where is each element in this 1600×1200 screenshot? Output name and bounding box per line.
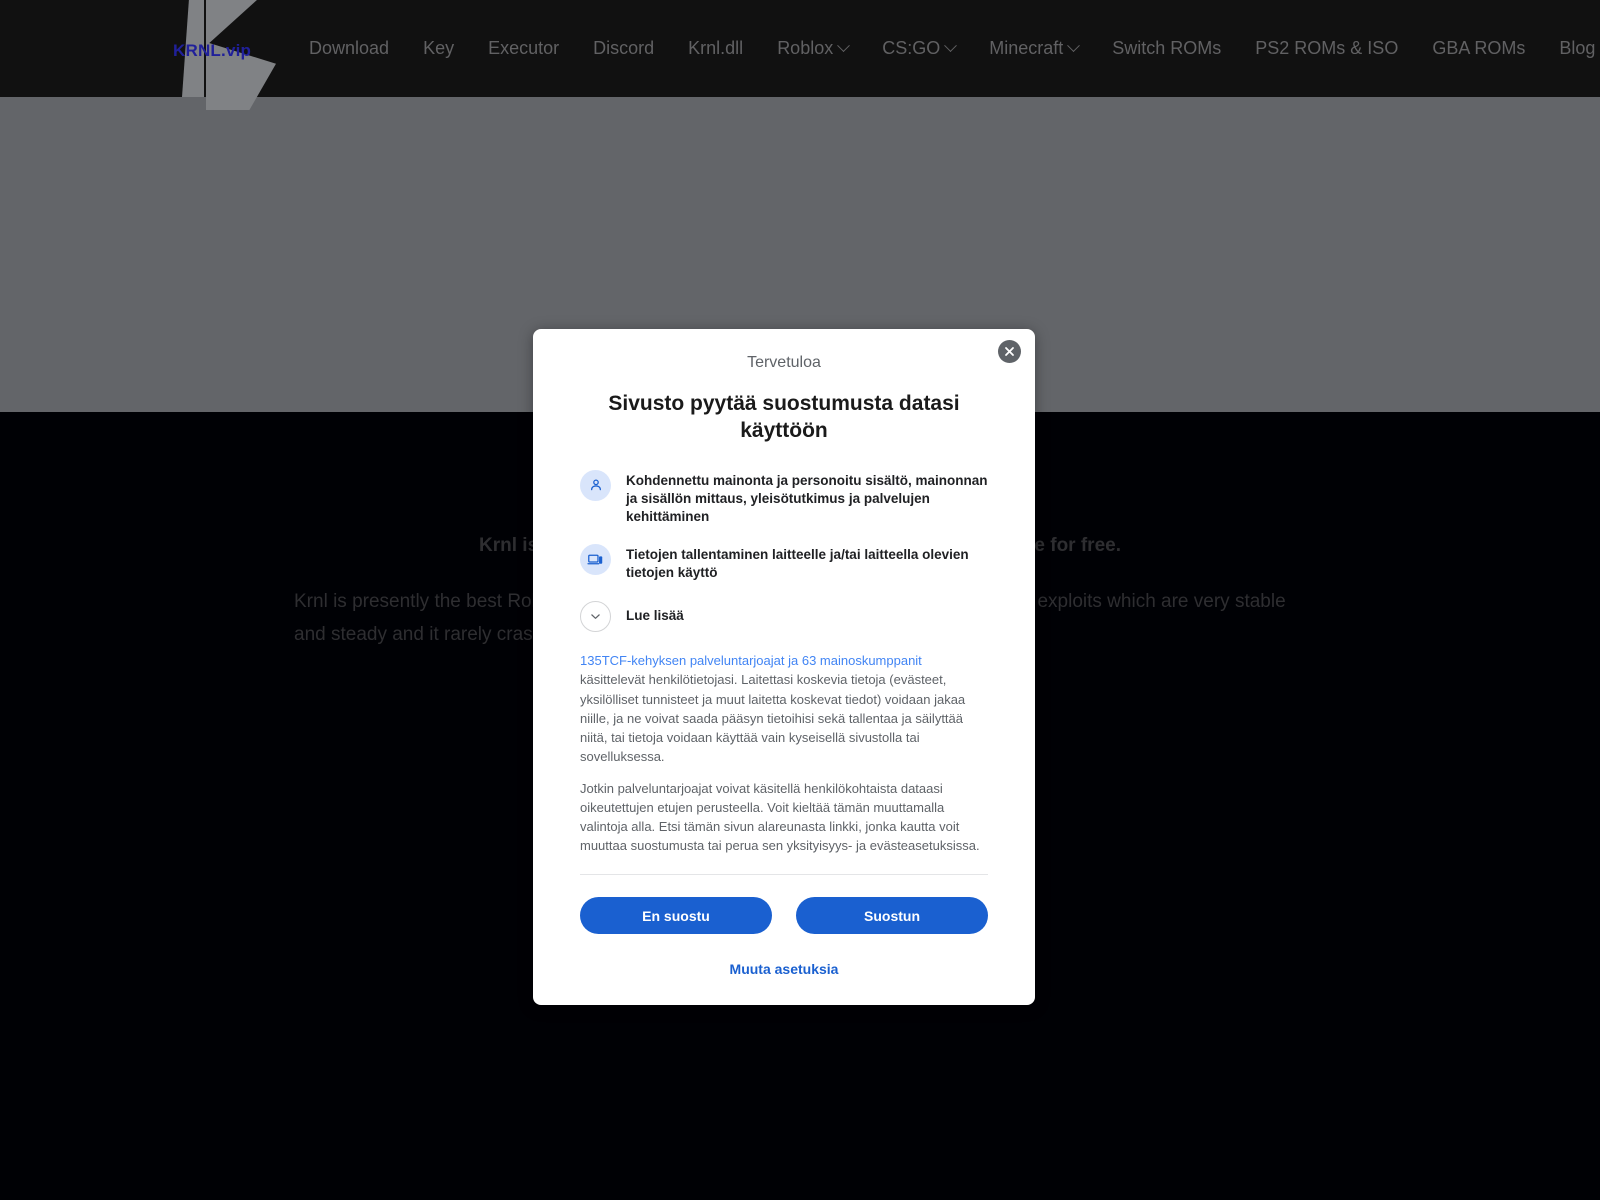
decline-button[interactable]: En suostu [580, 897, 772, 935]
modal-eyebrow: Tervetuloa [747, 354, 821, 371]
consent-paragraph-1-rest: käsittelevät henkilötietojasi. Laitettas… [580, 672, 966, 764]
read-more-label: Lue lisää [626, 608, 684, 624]
modal-actions: En suostu Suostun [533, 875, 1035, 935]
purpose-row: Tietojen tallentaminen laitteelle ja/tai… [580, 543, 988, 582]
person-icon [580, 469, 611, 501]
consent-overlay: Tervetuloa Sivusto pyytää suostumusta da… [0, 0, 1600, 1200]
consent-paragraph-2: Jotkin palveluntarjoajat voivat käsitell… [580, 781, 980, 854]
consent-body-copy: 135TCF-kehyksen palveluntarjoajat ja 63 … [533, 632, 1035, 855]
purpose-list: Kohdennettu mainonta ja personoitu sisäl… [533, 445, 1035, 633]
manage-settings-link[interactable]: Muuta asetuksia [533, 934, 1035, 1005]
device-icon [580, 544, 611, 576]
purpose-label: Tietojen tallentaminen laitteelle ja/tai… [626, 547, 969, 581]
read-more-row[interactable]: Lue lisää [580, 600, 988, 633]
modal-title: Sivusto pyytää suostumusta datasi käyttö… [608, 392, 960, 443]
vendors-link[interactable]: 135TCF-kehyksen palveluntarjoajat ja 63 … [580, 653, 922, 668]
purpose-row: Kohdennettu mainonta ja personoitu sisäl… [580, 469, 988, 526]
accept-button[interactable]: Suostun [796, 897, 988, 935]
chevron-down-icon [580, 601, 611, 633]
purpose-label: Kohdennettu mainonta ja personoitu sisäl… [626, 472, 988, 524]
close-icon[interactable] [998, 340, 1021, 363]
consent-modal: Tervetuloa Sivusto pyytää suostumusta da… [533, 329, 1035, 1006]
consent-paragraph-1: 135TCF-kehyksen palveluntarjoajat ja 63 … [580, 651, 988, 766]
